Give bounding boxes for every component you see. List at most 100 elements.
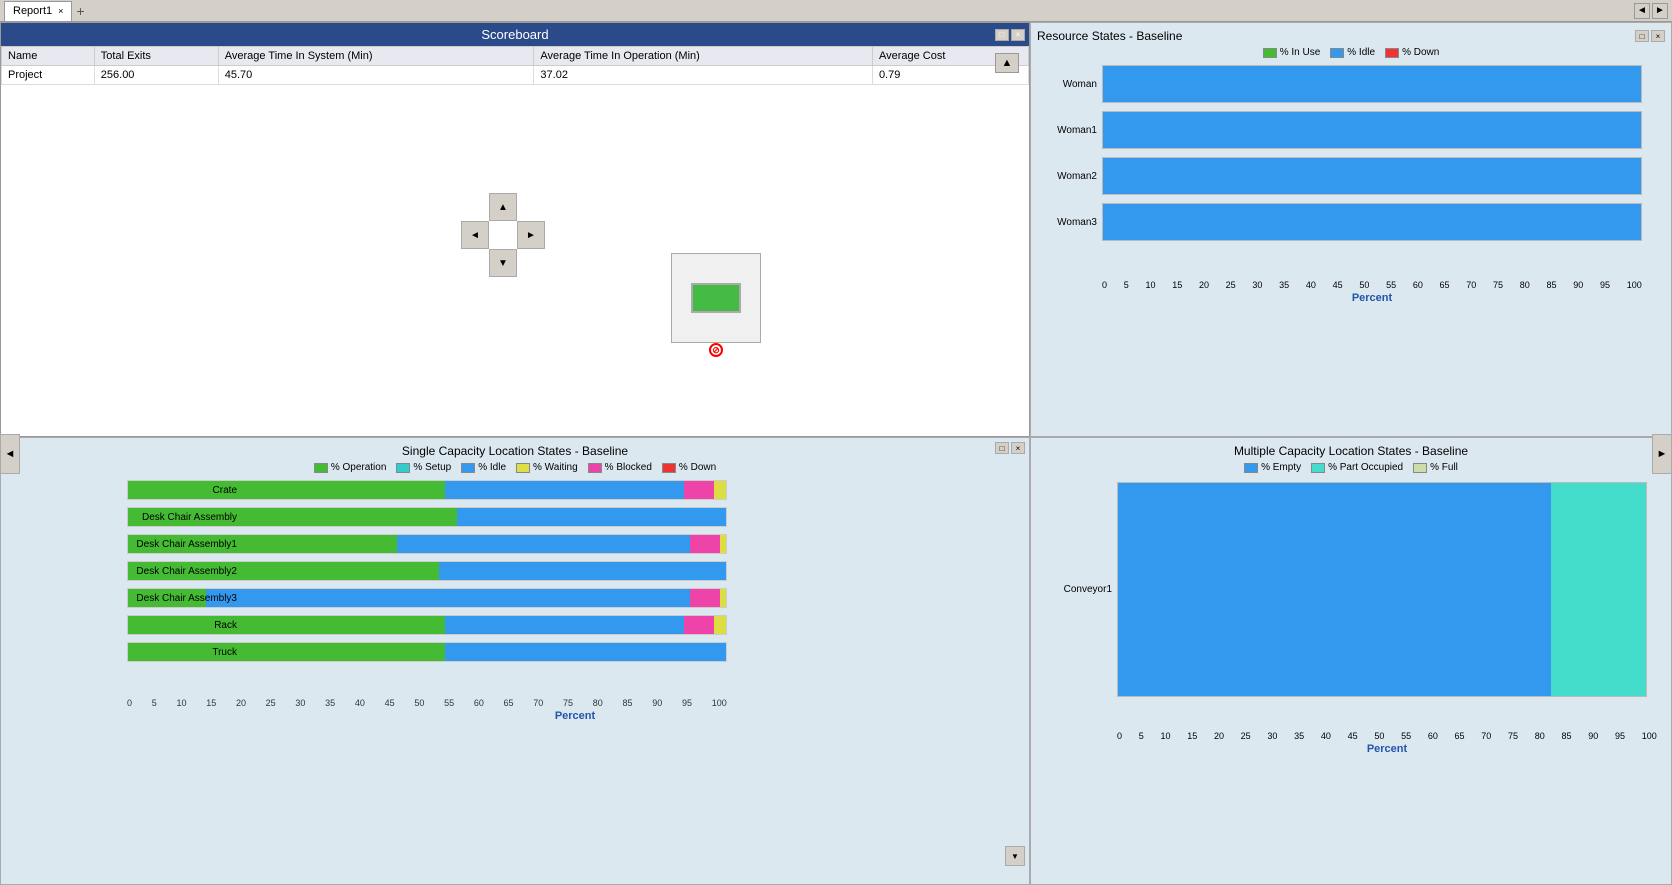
legend-label: % Down <box>1402 47 1439 58</box>
legend-color-box <box>1311 463 1325 473</box>
tab-nav-arrows: ◄ ► <box>1634 3 1668 19</box>
resource-bar-row: Woman2 <box>1102 156 1665 196</box>
resource-axis: 0510152025303540455055606570758085909510… <box>1102 280 1642 290</box>
scoreboard-panel: Scoreboard □ × ▲ Name Total Exits Averag… <box>0 22 1030 437</box>
nav-down-button[interactable]: ▼ <box>489 249 517 277</box>
axis-label: 10 <box>176 698 186 708</box>
single-capacity-legend: % Operation% Setup% Idle% Waiting% Block… <box>7 462 1023 473</box>
cell-avg_time_operation: 37.02 <box>534 66 873 85</box>
legend-item: % Idle <box>461 462 506 473</box>
bar-segment <box>206 589 690 607</box>
bar-segment <box>714 616 726 634</box>
mc-chart: Conveyor1 <box>1037 479 1665 729</box>
resource-bars <box>1102 111 1642 149</box>
cell-total_exits: 256.00 <box>94 66 218 85</box>
axis-label: 75 <box>1508 731 1518 741</box>
single-capacity-axis: 0510152025303540455055606570758085909510… <box>127 698 727 708</box>
axis-label: 50 <box>414 698 424 708</box>
nav-right-button[interactable]: ► <box>517 221 545 249</box>
resource-chart: WomanWoman1Woman2Woman3 <box>1037 64 1665 278</box>
axis-label: 15 <box>1187 731 1197 741</box>
tab-close-icon[interactable]: × <box>58 6 63 16</box>
axis-label: 45 <box>1333 280 1343 290</box>
left-panel: Scoreboard □ × ▲ Name Total Exits Averag… <box>0 22 1030 885</box>
col-avg-time-operation: Average Time In Operation (Min) <box>534 47 873 66</box>
resource-minimize-button[interactable]: □ <box>1635 30 1649 42</box>
axis-label: 80 <box>1535 731 1545 741</box>
cell-avg_time_system: 45.70 <box>218 66 534 85</box>
add-tab-button[interactable]: + <box>76 3 84 19</box>
nav-left-button[interactable]: ◄ <box>461 221 489 249</box>
axis-label: 75 <box>1493 280 1503 290</box>
tab-nav-right[interactable]: ► <box>1652 3 1668 19</box>
chart-bar-label: Desk Chair Assembly2 <box>127 566 242 577</box>
axis-label: 35 <box>325 698 335 708</box>
multiple-capacity-title: Multiple Capacity Location States - Base… <box>1037 444 1665 458</box>
axis-label: 60 <box>1413 280 1423 290</box>
resource-close-button[interactable]: × <box>1651 30 1665 42</box>
cell-name: Project <box>2 66 95 85</box>
single-capacity-close-button[interactable]: × <box>1011 442 1025 454</box>
legend-color-box <box>1244 463 1258 473</box>
scroll-down-icon[interactable]: ▼ <box>1005 846 1025 866</box>
mc-bars <box>1117 482 1647 697</box>
scoreboard-close-button[interactable]: × <box>1011 29 1025 41</box>
axis-label: 0 <box>1102 280 1107 290</box>
axis-label: 60 <box>474 698 484 708</box>
axis-label: 20 <box>1214 731 1224 741</box>
legend-item: % Down <box>1385 47 1439 58</box>
legend-label: % Setup <box>413 462 451 473</box>
legend-item: % Empty <box>1244 462 1301 473</box>
multiple-capacity-panel: Multiple Capacity Location States - Base… <box>1030 437 1672 885</box>
bar-segment <box>439 562 726 580</box>
axis-label: 30 <box>295 698 305 708</box>
axis-label: 95 <box>1615 731 1625 741</box>
axis-label: 50 <box>1359 280 1369 290</box>
bar-segment <box>1103 158 1641 194</box>
axis-label: 35 <box>1279 280 1289 290</box>
axis-label: 80 <box>593 698 603 708</box>
tab-nav-left[interactable]: ◄ <box>1634 3 1650 19</box>
axis-label: 5 <box>1139 731 1144 741</box>
chart-bar-label: Desk Chair Assembly <box>127 512 242 523</box>
bar-segment <box>690 589 720 607</box>
col-total-exits: Total Exits <box>94 47 218 66</box>
scoreboard-header: Scoreboard □ × <box>1 23 1029 46</box>
legend-color-box <box>1263 48 1277 58</box>
single-capacity-minimize-button[interactable]: □ <box>995 442 1009 454</box>
legend-item: % Setup <box>396 462 451 473</box>
legend-label: % Part Occupied <box>1328 462 1403 473</box>
axis-label: 85 <box>1546 280 1556 290</box>
resource-bar-label: Woman <box>1037 79 1097 90</box>
axis-label: 75 <box>563 698 573 708</box>
legend-item: % Waiting <box>516 462 578 473</box>
scoreboard-table: Name Total Exits Average Time In System … <box>1 46 1029 85</box>
axis-label: 5 <box>152 698 157 708</box>
tab-report1[interactable]: Report1 × <box>4 1 72 21</box>
bar-segment <box>690 535 720 553</box>
single-capacity-controls: □ × <box>995 442 1025 454</box>
bar-segment <box>1103 112 1641 148</box>
scoreboard-minimize-button[interactable]: □ <box>995 29 1009 41</box>
scoreboard-scroll-up[interactable]: ▲ <box>995 53 1019 73</box>
axis-label: 35 <box>1294 731 1304 741</box>
axis-label: 95 <box>1600 280 1610 290</box>
left-scroll-arrow[interactable]: ◄ <box>0 434 20 474</box>
scoreboard-controls: □ × <box>995 29 1025 41</box>
axis-label: 30 <box>1252 280 1262 290</box>
nav-up-button[interactable]: ▲ <box>489 193 517 221</box>
single-capacity-panel: Single Capacity Location States - Baseli… <box>0 437 1030 885</box>
axis-label: 25 <box>1241 731 1251 741</box>
axis-label: 90 <box>1573 280 1583 290</box>
right-scroll-arrow[interactable]: ► <box>1652 434 1672 474</box>
axis-label: 85 <box>622 698 632 708</box>
bar-segment <box>445 643 726 661</box>
single-capacity-scroll-down[interactable]: ▼ <box>1005 846 1025 866</box>
thumbnail-error-icon: ⊘ <box>709 343 723 357</box>
resource-xlabel: Percent <box>1102 292 1642 304</box>
legend-color-box <box>516 463 530 473</box>
axis-label: 90 <box>1588 731 1598 741</box>
axis-label: 0 <box>127 698 132 708</box>
single-capacity-title: Single Capacity Location States - Baseli… <box>7 444 1023 458</box>
mc-xlabel: Percent <box>1117 743 1657 755</box>
